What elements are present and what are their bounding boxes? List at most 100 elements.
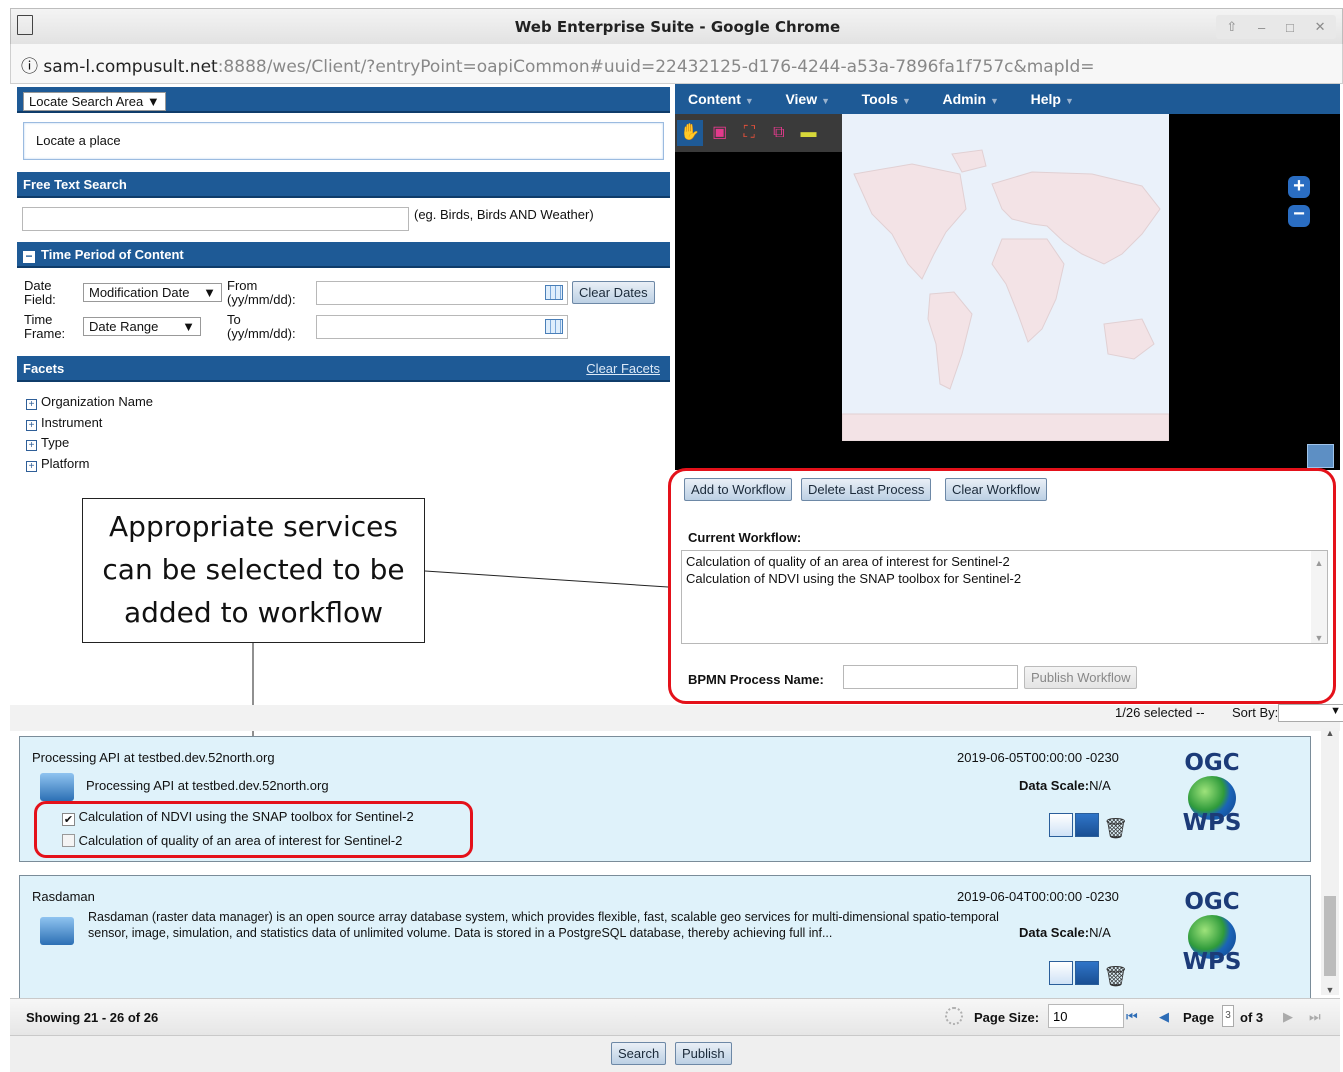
logo-top-text: OGC [1184, 889, 1240, 915]
map-menubar: Content ▼ View ▼ Tools ▼ Admin ▼ Help ▼ [675, 84, 1340, 114]
facet-instrument[interactable]: + Instrument [26, 413, 153, 434]
service-icon [40, 917, 74, 945]
edit-icon[interactable] [1075, 813, 1099, 837]
result-title[interactable]: Processing API at testbed.dev.52north.or… [32, 750, 275, 765]
world-map[interactable] [842, 114, 1169, 441]
address-bar[interactable]: ⓘ sam-l.compusult.net:8888/wes/Client/?e… [10, 44, 1343, 84]
trash-icon[interactable]: 🗑 [1103, 964, 1128, 989]
callout-note: Appropriate services can be selected to … [82, 498, 425, 643]
page-number-input[interactable]: 3 [1222, 1005, 1234, 1027]
free-text-input[interactable] [22, 207, 409, 231]
window-controls: ⇧ – □ ✕ [1216, 15, 1336, 39]
trash-icon[interactable]: 🗑 [1103, 816, 1128, 841]
menu-tools[interactable]: Tools ▼ [862, 91, 911, 107]
expand-icon[interactable]: + [26, 461, 37, 473]
showing-count: Showing 21 - 26 of 26 [26, 1010, 159, 1025]
menu-view[interactable]: View ▼ [785, 91, 830, 107]
to-date-input[interactable] [316, 315, 568, 339]
to-calendar-icon[interactable] [545, 319, 563, 334]
logo-top-text: OGC [1184, 750, 1240, 776]
callout-line: added to workflow [123, 596, 384, 629]
facets-title: Facets [23, 361, 65, 376]
results-toolbar: 1/26 selected -- Sort By: ▼ [10, 704, 1343, 731]
ogc-wps-logo: OGC WPS [1150, 750, 1274, 836]
from-calendar-icon[interactable] [545, 285, 563, 300]
zoom-box-icon[interactable]: ▣ [707, 120, 733, 146]
data-scale: Data Scale:N/A [1019, 925, 1111, 940]
window-titlebar: Web Enterprise Suite - Google Chrome ⇧ –… [10, 8, 1343, 44]
add-region-icon[interactable]: ⧉ [766, 120, 792, 146]
map-toolbar: ✋ ▣ ⛶ ⧉ ▬ [675, 114, 870, 152]
ogc-wps-logo: OGC WPS [1150, 889, 1274, 975]
full-extent-icon[interactable]: ⛶ [736, 120, 762, 146]
publish-button[interactable]: Publish [675, 1042, 732, 1065]
expand-icon[interactable]: + [26, 440, 37, 452]
next-page-icon[interactable]: ▶ [1283, 1009, 1293, 1025]
page-total: of 3 [1240, 1010, 1264, 1025]
scroll-thumb[interactable] [1324, 896, 1336, 976]
sort-dropdown[interactable]: ▼ [1278, 704, 1343, 722]
zoom-in-icon[interactable]: + [1288, 176, 1310, 198]
edit-icon[interactable] [1075, 961, 1099, 985]
window-minimize-icon[interactable]: – [1258, 20, 1265, 35]
pager-bar: Showing 21 - 26 of 26 Page Size: ⏮ ◀ Pag… [10, 998, 1340, 1036]
results-scrollbar[interactable]: ▲ ▼ [1321, 728, 1339, 995]
pan-hand-icon[interactable]: ✋ [677, 120, 703, 146]
result-actions: 🗑 [1047, 961, 1128, 989]
result-card[interactable]: Rasdaman 2019-06-04T00:00:00 -0230 Rasda… [19, 875, 1311, 1000]
last-page-icon[interactable]: ⏭ [1309, 1009, 1321, 1025]
details-icon[interactable] [1049, 813, 1073, 837]
from-date-input[interactable] [316, 281, 568, 305]
result-date: 2019-06-05T00:00:00 -0230 [957, 750, 1119, 765]
locate-search-area-dropdown[interactable]: Locate Search Area ▼ [23, 92, 166, 111]
time-frame-dropdown[interactable]: Date Range ▼ [83, 317, 201, 336]
details-icon[interactable] [1049, 961, 1073, 985]
first-page-icon[interactable]: ⏮ [1126, 1009, 1138, 1025]
info-icon[interactable]: ⓘ [21, 57, 38, 77]
zoom-out-icon[interactable]: − [1288, 204, 1310, 227]
locate-place-placeholder: Locate a place [36, 133, 121, 148]
clear-dates-button[interactable]: Clear Dates [572, 281, 655, 304]
free-text-title: Free Text Search [23, 177, 127, 192]
logo-bottom-text: WPS [1182, 949, 1242, 975]
facet-type[interactable]: + Type [26, 433, 153, 454]
map-panel[interactable]: Content ▼ View ▼ Tools ▼ Admin ▼ Help ▼ ✋ ▣ ⛶… [675, 84, 1340, 470]
callout-line-to-workflow [424, 570, 669, 588]
menu-admin[interactable]: Admin ▼ [942, 91, 998, 107]
facet-platform[interactable]: + Platform [26, 454, 153, 475]
free-text-hint: (eg. Birds, Birds AND Weather) [414, 207, 594, 222]
url-host: sam-l.compusult.net [43, 57, 218, 77]
sort-label: Sort By: [1232, 705, 1279, 720]
locate-place-input[interactable]: Locate a place [23, 122, 664, 160]
url-path: :8888/wes/Client/?entryPoint=oapiCommon#… [217, 57, 1095, 77]
expand-icon[interactable]: + [26, 419, 37, 431]
facets-header: Facets Clear Facets [17, 356, 670, 382]
from-label: From (yy/mm/dd): [227, 278, 296, 307]
page-size-input[interactable] [1048, 1004, 1124, 1028]
selection-count: 1/26 selected -- [1115, 705, 1205, 720]
time-period-title: Time Period of Content [41, 247, 184, 262]
date-field-label: Date Field: [24, 278, 56, 307]
clear-facets-link[interactable]: Clear Facets [586, 361, 660, 376]
collapse-icon[interactable]: − [23, 250, 35, 263]
result-description: Processing API at testbed.dev.52north.or… [86, 778, 329, 793]
window-up-icon[interactable]: ⇧ [1226, 19, 1237, 35]
date-field-dropdown[interactable]: Modification Date ▼ [83, 283, 222, 302]
menu-help[interactable]: Help ▼ [1031, 91, 1074, 107]
callout-line: can be selected to be [102, 553, 405, 586]
facet-organization[interactable]: + Organization Name [26, 392, 153, 413]
prev-page-icon[interactable]: ◀ [1159, 1009, 1169, 1025]
callout-line: Appropriate services [109, 510, 398, 543]
workflow-highlight [668, 468, 1336, 704]
expand-icon[interactable]: + [26, 399, 37, 410]
measure-ruler-icon[interactable]: ▬ [796, 120, 822, 146]
overview-map-icon[interactable] [1307, 444, 1334, 468]
window-close-icon[interactable]: ✕ [1315, 19, 1326, 35]
window-maximize-icon[interactable]: □ [1286, 20, 1294, 35]
menu-content[interactable]: Content ▼ [688, 91, 754, 107]
data-scale: Data Scale:N/A [1019, 778, 1111, 793]
page-size-label: Page Size: [974, 1010, 1040, 1025]
time-period-header[interactable]: − Time Period of Content [17, 242, 670, 268]
search-button[interactable]: Search [611, 1042, 667, 1065]
result-title[interactable]: Rasdaman [32, 889, 95, 904]
